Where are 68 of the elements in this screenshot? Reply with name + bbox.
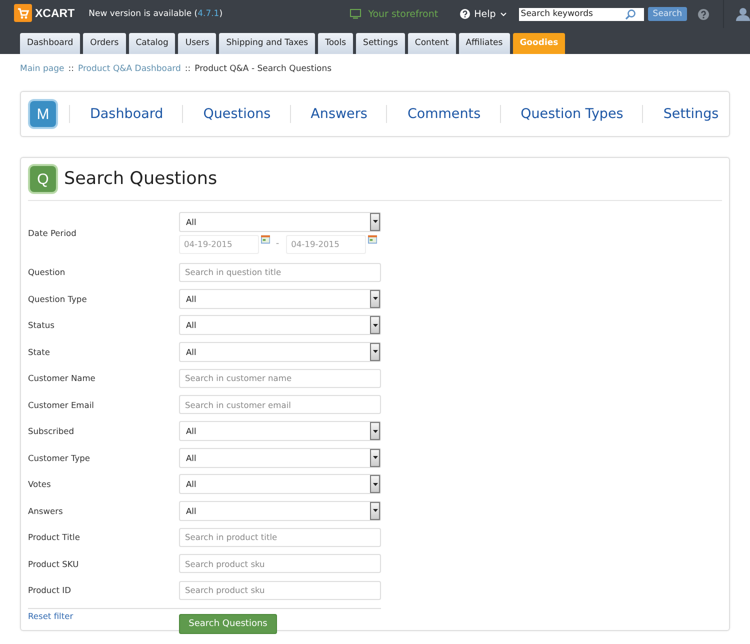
field-label: Status [28,320,54,330]
select-dropdown[interactable]: All [179,212,381,232]
field-label: Answers [28,506,63,516]
module-nav-link[interactable]: Dashboard [90,106,164,122]
select-dropdown[interactable]: All [179,500,381,521]
field-label: Customer Email [28,400,94,410]
storefront-link[interactable]: Your storefront [350,8,438,20]
caret-icon [500,12,507,16]
field-label: Product SKU [28,558,79,569]
module-nav-link[interactable]: Question Types [520,106,624,122]
help-icon[interactable] [698,8,709,20]
logo-text: XCART [35,8,75,20]
nav-tab[interactable]: Orders [83,33,126,54]
text-input[interactable]: Search in product title [179,528,381,547]
select-dropdown[interactable]: All [179,288,381,309]
text-input[interactable]: Search product sku [179,554,381,574]
select-dropdown[interactable]: All [179,342,381,362]
version-link[interactable]: 4.7.1 [198,9,220,19]
module-nav-link[interactable]: Answers [310,106,368,122]
cart-logo-icon [14,4,32,24]
module-badge: M [30,101,56,127]
text-input[interactable]: Search in customer email [179,395,381,414]
module-nav-link[interactable]: Questions [203,106,271,122]
nav-tab[interactable]: Catalog [128,33,176,54]
calendar-icon[interactable] [368,234,377,244]
select-dropdown[interactable]: All [179,474,381,494]
text-input[interactable]: Search in customer name [179,368,381,388]
module-nav-link[interactable]: Comments [407,106,481,122]
monitor-icon [350,9,362,19]
field-label: Subscribed [28,426,74,436]
field-label: Customer Type [28,452,90,463]
panel-badge: Q [30,166,56,192]
nav-tab[interactable]: Affiliates [458,33,510,54]
date-separator: - [276,239,280,249]
field-label: Question Type [28,294,87,304]
nav-tab[interactable]: Settings [356,33,405,54]
field-label: State [28,346,50,357]
breadcrumb-link[interactable]: Main page [20,64,64,81]
nav-tab[interactable]: Dashboard [20,33,80,54]
select-dropdown[interactable]: All [179,315,381,336]
breadcrumb-separator: :: [184,64,191,76]
field-label: Product Title [28,532,80,542]
nav-tab[interactable]: Tools [318,33,354,54]
field-label: Date Period [28,228,76,238]
module-nav-link[interactable]: Settings [663,106,719,122]
field-label: Customer Name [28,373,96,384]
breadcrumb-current: Product Q&A - Search Questions [194,64,332,76]
user-icon[interactable] [736,7,750,21]
calendar-icon[interactable] [260,234,270,244]
text-input[interactable]: Search in question title [179,262,381,282]
help-icon [460,9,470,19]
search-icon [624,8,636,20]
search-field[interactable]: Search keywords [518,8,644,20]
nav-tab[interactable]: Content [408,33,456,54]
update-notice: New version is available (4.7.1) [88,9,223,19]
nav-tab[interactable]: Shipping and Taxes [219,33,316,54]
nav-tab[interactable]: Users [178,33,216,54]
panel-title: Search Questions [64,169,218,189]
text-input[interactable]: Search product sku [179,580,381,600]
select-dropdown[interactable]: All [179,448,381,468]
reset-filter-link[interactable]: Reset filter [28,611,74,621]
help-menu[interactable]: Help [460,8,507,20]
select-dropdown[interactable]: All [179,421,381,442]
field-label: Votes [28,479,51,490]
breadcrumb-separator: :: [68,64,74,76]
field-label: Product ID [28,585,71,596]
field-label: Question [28,267,66,278]
breadcrumb-link[interactable]: Product Q&A Dashboard [78,64,181,81]
